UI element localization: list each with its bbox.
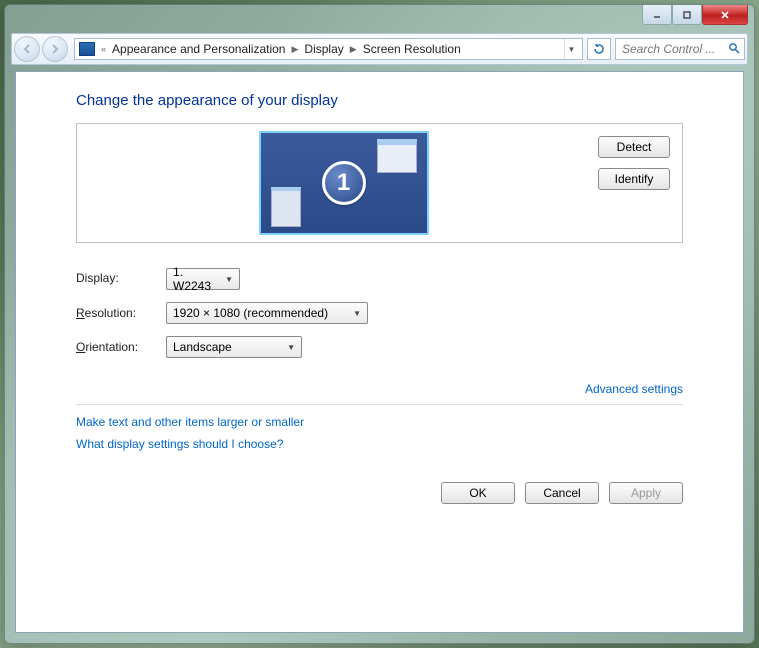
preview-window-icon — [377, 139, 417, 173]
breadcrumb-overflow[interactable]: « — [101, 44, 106, 54]
identify-button[interactable]: Identify — [598, 168, 670, 190]
monitor-number: 1 — [322, 161, 366, 205]
control-panel-icon — [79, 42, 95, 56]
back-button[interactable] — [14, 36, 40, 62]
breadcrumb-display[interactable]: Display — [304, 42, 343, 56]
address-dropdown[interactable]: ▼ — [564, 38, 578, 60]
search-input[interactable] — [620, 41, 728, 57]
resolution-label: Resolution: — [76, 306, 166, 320]
orientation-label: Orientation: — [76, 340, 166, 354]
breadcrumb-appearance[interactable]: Appearance and Personalization — [112, 42, 285, 56]
refresh-button[interactable] — [587, 38, 611, 60]
display-help-link[interactable]: What display settings should I choose? — [76, 437, 683, 451]
make-text-larger-link[interactable]: Make text and other items larger or smal… — [76, 415, 683, 429]
resolution-select-value: 1920 × 1080 (recommended) — [173, 306, 328, 320]
search-icon[interactable] — [728, 42, 740, 57]
settings-form: Display: 1. W2243 ▼ Resolution: 1920 × 1… — [76, 265, 683, 358]
toolbar: « Appearance and Personalization ▶ Displ… — [11, 33, 748, 65]
preview-window-icon — [271, 187, 301, 227]
minimize-button[interactable] — [642, 5, 672, 25]
display-select[interactable]: 1. W2243 ▼ — [166, 268, 240, 290]
apply-button[interactable]: Apply — [609, 482, 683, 504]
display-select-value: 1. W2243 — [173, 265, 217, 293]
chevron-down-icon: ▼ — [287, 343, 295, 352]
forward-button[interactable] — [42, 36, 68, 62]
caption-buttons — [642, 5, 748, 25]
display-preview: 1 Detect Identify — [76, 123, 683, 243]
chevron-icon[interactable]: ▶ — [350, 44, 357, 55]
advanced-settings-link[interactable]: Advanced settings — [585, 382, 683, 396]
breadcrumb-screen-resolution[interactable]: Screen Resolution — [363, 42, 461, 56]
detect-button[interactable]: Detect — [598, 136, 670, 158]
orientation-select-value: Landscape — [173, 340, 232, 354]
display-label: Display: — [76, 271, 166, 285]
resolution-select[interactable]: 1920 × 1080 (recommended) ▼ — [166, 302, 368, 324]
chevron-down-icon: ▼ — [353, 309, 361, 318]
monitor-preview-1[interactable]: 1 — [259, 131, 429, 235]
address-bar[interactable]: « Appearance and Personalization ▶ Displ… — [74, 38, 583, 60]
close-button[interactable] — [702, 5, 748, 25]
content-panel: Change the appearance of your display 1 … — [15, 71, 744, 633]
maximize-button[interactable] — [672, 5, 702, 25]
search-box[interactable] — [615, 38, 745, 60]
orientation-select[interactable]: Landscape ▼ — [166, 336, 302, 358]
window-frame: « Appearance and Personalization ▶ Displ… — [4, 4, 755, 644]
page-title: Change the appearance of your display — [76, 92, 683, 109]
cancel-button[interactable]: Cancel — [525, 482, 599, 504]
dialog-buttons: OK Cancel Apply — [441, 482, 683, 504]
ok-button[interactable]: OK — [441, 482, 515, 504]
chevron-icon[interactable]: ▶ — [291, 44, 298, 55]
chevron-down-icon: ▼ — [225, 275, 233, 284]
